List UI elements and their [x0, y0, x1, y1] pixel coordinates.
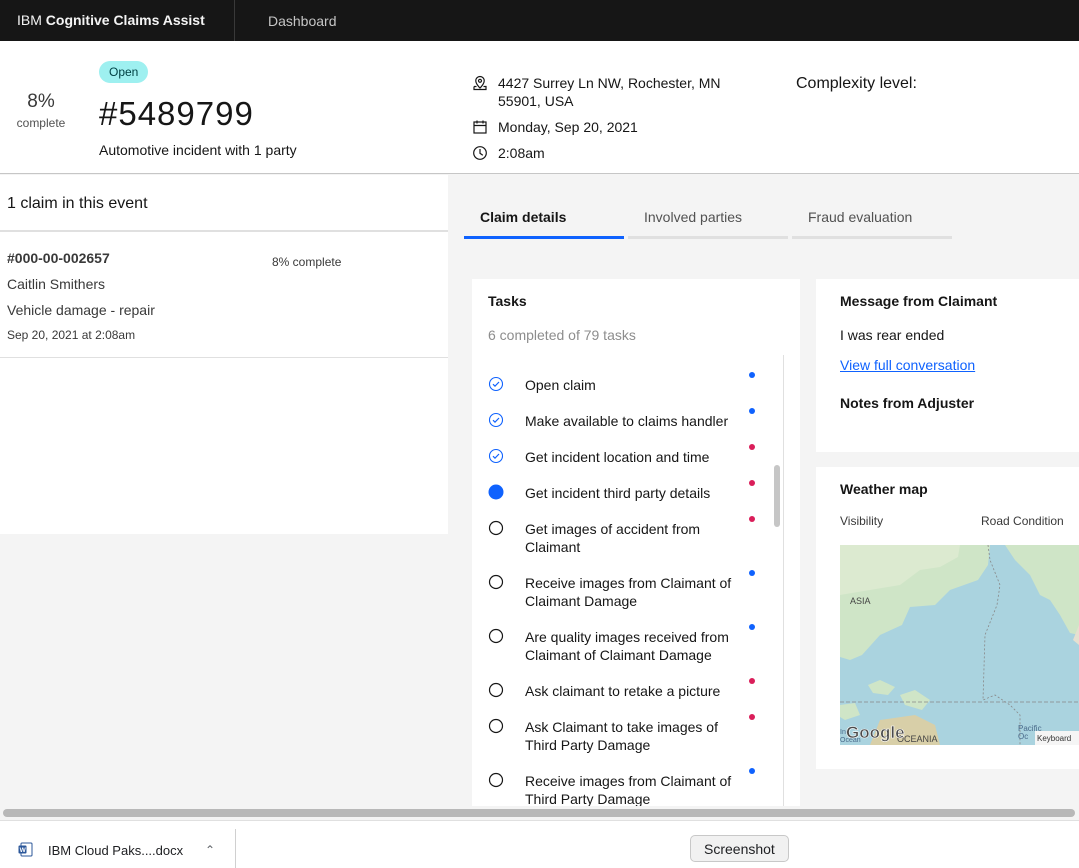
top-header: IBM Cognitive Claims Assist Dashboard	[0, 0, 1079, 41]
weather-map[interactable]: ASIA OCEANIA Pacific Oc Ind Ocean Google…	[840, 545, 1079, 745]
horizontal-scrollbar[interactable]	[0, 806, 1079, 820]
in-progress-circle-icon[interactable]	[488, 484, 504, 500]
claims-heading: 1 claim in this event	[0, 175, 448, 232]
word-document-icon: W	[18, 842, 33, 857]
completion-label: complete	[16, 116, 66, 130]
task-label: Receive images from Claimant of Claimant…	[525, 575, 732, 609]
weather-card: Weather map Visibility Road Condition AS…	[816, 467, 1079, 769]
tasks-card: Tasks 6 completed of 79 tasks Open claim…	[472, 279, 800, 806]
checkmark-outline-icon[interactable]	[488, 448, 504, 464]
empty-circle-icon[interactable]	[488, 718, 504, 734]
task-label: Make available to claims handler	[525, 413, 729, 429]
checkmark-outline-icon[interactable]	[488, 376, 504, 392]
road-condition-label[interactable]: Road Condition	[981, 514, 1064, 528]
claim-card[interactable]: #000-00-002657 Caitlin Smithers Vehicle …	[0, 232, 448, 358]
claimant-name: Caitlin Smithers	[7, 276, 106, 292]
task-label: Ask claimant to retake a picture	[525, 683, 721, 699]
map-keyboard-shortcuts[interactable]: Keyboard	[1037, 734, 1071, 743]
claims-panel: 1 claim in this event #000-00-002657 Cai…	[0, 175, 448, 534]
clock-icon	[473, 146, 487, 160]
claimant-message: I was rear ended	[840, 327, 945, 343]
incident-address: 4427 Surrey Ln NW, Rochester, MN 55901, …	[498, 75, 721, 109]
address-row: 4427 Surrey Ln NW, Rochester, MN 55901, …	[472, 74, 738, 110]
claim-id: #000-00-002657	[7, 250, 110, 266]
calendar-icon	[473, 120, 487, 134]
brand-prefix: IBM	[17, 12, 42, 28]
task-list-scrollbar[interactable]	[774, 465, 780, 527]
date-row: Monday, Sep 20, 2021	[472, 118, 738, 136]
task-priority-dot	[749, 372, 755, 378]
empty-circle-icon[interactable]	[488, 682, 504, 698]
task-priority-dot	[749, 678, 755, 684]
nav-dashboard[interactable]: Dashboard	[235, 13, 337, 29]
empty-circle-icon[interactable]	[488, 574, 504, 590]
weather-title: Weather map	[840, 481, 928, 497]
empty-circle-icon[interactable]	[488, 520, 504, 536]
task-priority-dot	[749, 516, 755, 522]
message-title: Message from Claimant	[840, 293, 998, 309]
svg-text:W: W	[20, 847, 27, 854]
tasks-title: Tasks	[488, 293, 527, 309]
download-file-name: IBM Cloud Paks....docx	[48, 843, 184, 858]
empty-circle-icon[interactable]	[488, 628, 504, 644]
task-priority-dot	[749, 408, 755, 414]
incident-time: 2:08am	[498, 145, 545, 161]
claim-type: Vehicle damage - repair	[7, 302, 155, 318]
task-label: Get incident third party details	[525, 485, 711, 501]
message-card: Message from Claimant I was rear ended V…	[816, 279, 1079, 452]
map-label-ocean: Oc	[1018, 732, 1028, 741]
brand-name: Cognitive Claims Assist	[45, 12, 205, 28]
task-priority-dot	[749, 624, 755, 630]
task-label: Are quality images received from Claiman…	[525, 629, 729, 663]
claim-number: #5489799	[99, 95, 254, 132]
view-conversation-link[interactable]: View full conversation	[840, 357, 975, 373]
claim-tabs: Claim details Involved parties Fraud eva…	[464, 200, 956, 239]
claim-date: Sep 20, 2021 at 2:08am	[7, 328, 136, 342]
checkmark-outline-icon[interactable]	[488, 412, 504, 428]
tasks-progress: 6 completed of 79 tasks	[488, 327, 636, 343]
time-row: 2:08am	[472, 144, 738, 162]
visibility-label[interactable]: Visibility	[840, 514, 883, 528]
empty-circle-icon[interactable]	[488, 772, 504, 788]
tab-fraud-evaluation[interactable]: Fraud evaluation	[792, 200, 952, 239]
tab-involved-parties[interactable]: Involved parties	[628, 200, 788, 239]
task-label: Get incident location and time	[525, 449, 710, 465]
map-label-asia: ASIA	[850, 596, 871, 606]
screenshot-tooltip: Screenshot	[690, 835, 789, 862]
task-list[interactable]: Open claim Make available to claims handl…	[472, 355, 784, 806]
task-priority-dot	[749, 444, 755, 450]
tab-claim-details[interactable]: Claim details	[464, 200, 624, 239]
app-brand[interactable]: IBM Cognitive Claims Assist	[0, 0, 235, 41]
task-priority-dot	[749, 570, 755, 576]
complexity-label: Complexity level:	[796, 75, 917, 92]
completion-percent: 8%	[27, 91, 55, 112]
location-icon	[473, 75, 487, 91]
horizontal-scrollbar-thumb[interactable]	[3, 809, 1075, 817]
google-logo: Google	[846, 723, 905, 742]
claim-summary: 8% complete Open #5489799 Automotive inc…	[0, 41, 1079, 174]
claim-progress: 8% complete	[272, 255, 342, 269]
task-label: Ask Claimant to take images of Third Par…	[525, 719, 718, 753]
task-label: Receive images from Claimant of Third Pa…	[525, 773, 732, 806]
task-priority-dot	[749, 480, 755, 486]
task-label: Get images of accident from Claimant	[525, 521, 701, 555]
status-badge: Open	[99, 61, 149, 83]
claim-description: Automotive incident with 1 party	[99, 142, 297, 158]
download-item[interactable]: W IBM Cloud Paks....docx ⌃	[0, 829, 236, 868]
task-label: Open claim	[525, 377, 596, 393]
adjuster-notes-title: Notes from Adjuster	[840, 395, 975, 411]
download-bar: W IBM Cloud Paks....docx ⌃	[0, 820, 1079, 868]
incident-date: Monday, Sep 20, 2021	[498, 119, 638, 135]
completion-indicator: 8% complete	[10, 91, 72, 130]
task-priority-dot	[749, 768, 755, 774]
chevron-up-icon[interactable]: ⌃	[205, 843, 215, 857]
task-priority-dot	[749, 714, 755, 720]
